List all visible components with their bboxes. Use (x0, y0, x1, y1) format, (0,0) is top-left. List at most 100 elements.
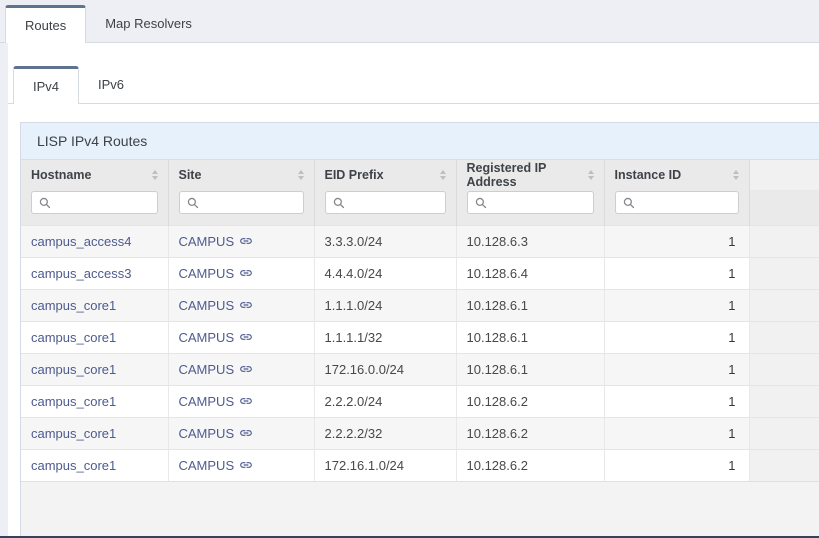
registered-ip-filter-cell (456, 190, 604, 225)
site-link[interactable]: CAMPUS (179, 458, 254, 473)
search-icon (187, 197, 199, 209)
instance-id-value: 1 (604, 257, 749, 289)
instance-id-filter-box (615, 191, 739, 214)
panel-title: LISP IPv4 Routes (37, 133, 147, 149)
column-header-site-label: Site (179, 168, 202, 182)
site-value: CAMPUS (179, 426, 235, 441)
hostname-link[interactable]: campus_core1 (31, 458, 116, 473)
site-value: CAMPUS (179, 394, 235, 409)
site-value: CAMPUS (179, 298, 235, 313)
row-filler-cell (749, 385, 819, 417)
tab-map-resolvers[interactable]: Map Resolvers (86, 4, 211, 42)
column-header-site[interactable]: Site (168, 160, 314, 190)
eid-prefix-value: 2.2.2.2/32 (314, 417, 456, 449)
tab-routes[interactable]: Routes (5, 5, 86, 43)
hostname-link[interactable]: campus_access4 (31, 234, 131, 249)
table-row: campus_core1 CAMPUS 2.2.2.0/24 10.128.6.… (21, 385, 819, 417)
row-filler-cell (749, 417, 819, 449)
eid-prefix-value: 2.2.2.0/24 (314, 385, 456, 417)
registered-ip-value: 10.128.6.2 (456, 385, 604, 417)
hostname-link[interactable]: campus_core1 (31, 330, 116, 345)
site-value: CAMPUS (179, 458, 235, 473)
column-header-instance-id[interactable]: Instance ID (604, 160, 749, 190)
registered-ip-value: 10.128.6.1 (456, 321, 604, 353)
table-row: campus_access4 CAMPUS 3.3.3.0/24 10.128.… (21, 225, 819, 257)
table-row: campus_access3 CAMPUS 4.4.4.0/24 10.128.… (21, 257, 819, 289)
row-filler-cell (749, 225, 819, 257)
hostname-link[interactable]: campus_core1 (31, 394, 116, 409)
link-icon (239, 426, 253, 440)
hostname-link[interactable]: campus_core1 (31, 362, 116, 377)
tab-ipv4[interactable]: IPv4 (13, 66, 79, 104)
panel-header: LISP IPv4 Routes (21, 123, 819, 160)
tab-ipv6[interactable]: IPv6 (79, 65, 143, 103)
filter-filler-cell (749, 190, 819, 225)
sort-icon (298, 170, 304, 180)
column-header-eid-prefix-label: EID Prefix (325, 168, 384, 182)
table-body: campus_access4 CAMPUS 3.3.3.0/24 10.128.… (21, 225, 819, 481)
search-icon (39, 197, 51, 209)
hostname-value: campus_core1 (31, 394, 116, 409)
routes-table: Hostname Site EID Prefix Registered (21, 160, 819, 482)
site-link[interactable]: CAMPUS (179, 234, 254, 249)
table-row: campus_core1 CAMPUS 1.1.1.1/32 10.128.6.… (21, 321, 819, 353)
registered-ip-value: 10.128.6.2 (456, 449, 604, 481)
column-header-eid-prefix[interactable]: EID Prefix (314, 160, 456, 190)
search-icon (475, 197, 487, 209)
sort-icon (152, 170, 158, 180)
table-filter-row (21, 190, 819, 225)
link-icon (239, 298, 253, 312)
instance-id-value: 1 (604, 321, 749, 353)
link-icon (239, 458, 253, 472)
hostname-filter-input[interactable] (57, 196, 150, 210)
column-header-hostname[interactable]: Hostname (21, 160, 168, 190)
app-viewport: Routes Map Resolvers IPv4 IPv6 LISP IPv4… (0, 0, 819, 538)
row-filler-cell (749, 353, 819, 385)
sort-icon (733, 170, 739, 180)
search-icon (623, 197, 635, 209)
hostname-link[interactable]: campus_access3 (31, 266, 131, 281)
site-link[interactable]: CAMPUS (179, 362, 254, 377)
eid-prefix-filter-box (325, 191, 446, 214)
link-icon (239, 266, 253, 280)
instance-id-filter-cell (604, 190, 749, 225)
eid-prefix-value: 1.1.1.0/24 (314, 289, 456, 321)
site-filter-input[interactable] (205, 196, 296, 210)
site-link[interactable]: CAMPUS (179, 426, 254, 441)
site-link[interactable]: CAMPUS (179, 266, 254, 281)
hostname-value: campus_access4 (31, 234, 131, 249)
instance-id-value: 1 (604, 385, 749, 417)
hostname-value: campus_core1 (31, 298, 116, 313)
table-row: campus_core1 CAMPUS 172.16.0.0/24 10.128… (21, 353, 819, 385)
eid-prefix-filter-cell (314, 190, 456, 225)
site-value: CAMPUS (179, 266, 235, 281)
registered-ip-value: 10.128.6.2 (456, 417, 604, 449)
tab-ipv6-label: IPv6 (98, 77, 124, 92)
row-filler-cell (749, 289, 819, 321)
instance-id-value: 1 (604, 449, 749, 481)
eid-prefix-value: 1.1.1.1/32 (314, 321, 456, 353)
site-link[interactable]: CAMPUS (179, 298, 254, 313)
eid-prefix-value: 3.3.3.0/24 (314, 225, 456, 257)
hostname-link[interactable]: campus_core1 (31, 298, 116, 313)
sort-icon (440, 170, 446, 180)
hostname-link[interactable]: campus_core1 (31, 426, 116, 441)
site-link[interactable]: CAMPUS (179, 330, 254, 345)
registered-ip-filter-input[interactable] (493, 196, 586, 210)
hostname-filter-box (31, 191, 158, 214)
link-icon (239, 362, 253, 376)
eid-prefix-value: 172.16.1.0/24 (314, 449, 456, 481)
site-link[interactable]: CAMPUS (179, 394, 254, 409)
column-header-registered-ip-label: Registered IP Address (467, 161, 582, 189)
registered-ip-value: 10.128.6.1 (456, 353, 604, 385)
eid-prefix-filter-input[interactable] (351, 196, 438, 210)
hostname-value: campus_core1 (31, 458, 116, 473)
instance-id-value: 1 (604, 225, 749, 257)
instance-id-filter-input[interactable] (641, 196, 731, 210)
site-value: CAMPUS (179, 330, 235, 345)
row-filler-cell (749, 449, 819, 481)
lisp-ipv4-routes-panel: LISP IPv4 Routes Hostname Site (20, 122, 819, 538)
site-filter-cell (168, 190, 314, 225)
column-header-registered-ip[interactable]: Registered IP Address (456, 160, 604, 190)
link-icon (239, 234, 253, 248)
